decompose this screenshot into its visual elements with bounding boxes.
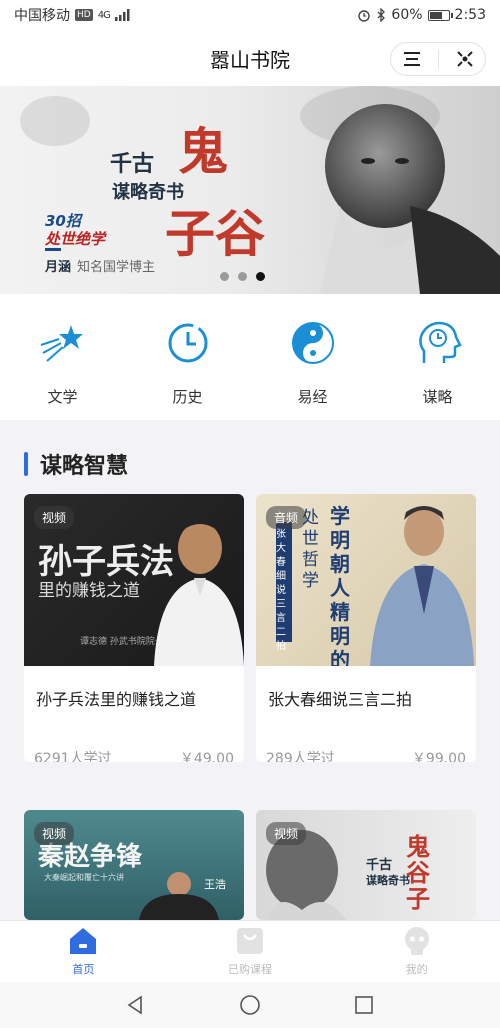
course-thumbnail: 千古 谋略奇书 鬼谷子 视频 <box>256 810 476 920</box>
course-thumbnail: 孙子兵法 里的赚钱之道 谭志德 孙武书院院长 视频 <box>24 494 244 666</box>
status-bar: 中国移动 HD 4G 60% 2:53 <box>0 0 500 30</box>
banner-big-char: 鬼 <box>178 122 228 181</box>
thumb-author: 谭志德 孙武书院院长 <box>80 637 164 647</box>
course-title: 张大春细说三言二拍 <box>268 690 413 709</box>
course-thumbnail: 秦赵争锋 大秦崛起和覆亡十六讲 王浩 视频 <box>24 810 244 920</box>
category-nav: 文学 历史 易经 谋略 <box>0 294 500 420</box>
page-title: 嚣山书院 <box>210 47 290 72</box>
carousel-dot[interactable] <box>220 272 229 281</box>
course-price: ￥49.00 <box>179 751 234 762</box>
miniprogram-capsule <box>390 42 486 76</box>
carrier-label: 中国移动 <box>14 8 70 24</box>
section-title: 谋略智慧 <box>40 454 129 479</box>
title-bar: 嚣山书院 <box>0 30 500 86</box>
home-icon <box>70 928 97 954</box>
head-clock-icon <box>418 321 462 363</box>
media-type-badge: 音频 <box>266 506 307 529</box>
banner-line1: 千古 <box>110 152 155 177</box>
thumb-author: 张大春细说三言二拍 <box>276 529 286 652</box>
course-title: 孙子兵法里的赚钱之道 <box>36 690 197 709</box>
course-price: ￥99.00 <box>411 751 466 762</box>
network-label: 4G <box>97 9 111 21</box>
tab-label: 已购课程 <box>227 963 272 976</box>
back-icon[interactable] <box>126 995 146 1015</box>
clock-time: 2:53 <box>454 7 486 23</box>
system-nav-bar <box>0 982 500 1028</box>
shooting-star-icon <box>40 325 83 362</box>
tab-profile[interactable]: 我的 <box>357 926 477 977</box>
recents-icon[interactable] <box>354 995 374 1015</box>
category-history[interactable]: 历史 <box>138 318 238 420</box>
course-card[interactable]: 张大春细说三言二拍 学明朝人精明的 处世哲学 音频 张大春细说三言二拍 289人… <box>256 494 476 762</box>
section-header: 谋略智慧 <box>24 448 128 480</box>
thumb-title: 学明朝人精明的 <box>330 504 350 666</box>
banner-portrait-image <box>320 104 500 294</box>
tab-home[interactable]: 首页 <box>23 926 143 977</box>
battery-icon <box>427 9 453 21</box>
course-person-image <box>139 872 219 920</box>
category-literature[interactable]: 文学 <box>13 318 113 420</box>
course-card[interactable]: 孙子兵法 里的赚钱之道 谭志德 孙武书院院长 视频 孙子兵法里的赚钱之道 629… <box>24 494 244 762</box>
course-thumbnail: 张大春细说三言二拍 学明朝人精明的 处世哲学 音频 <box>256 494 476 666</box>
category-yijing[interactable]: 易经 <box>263 318 363 420</box>
category-strategy[interactable]: 谋略 <box>388 318 488 420</box>
learner-count: 6291人学过 <box>34 751 112 762</box>
close-target-icon <box>456 51 473 67</box>
category-label: 谋略 <box>422 388 453 406</box>
thumb-subtitle: 里的赚钱之道 <box>38 581 140 601</box>
category-label: 历史 <box>172 388 203 406</box>
media-type-badge: 视频 <box>266 822 307 845</box>
shopping-bag-icon <box>236 928 263 954</box>
thumb-title: 千古 <box>366 858 393 873</box>
battery-percent: 60% <box>391 7 423 23</box>
profile-icon <box>404 927 429 955</box>
yin-yang-icon <box>291 322 334 364</box>
menu-button[interactable] <box>397 44 427 74</box>
tab-purchased[interactable]: 已购课程 <box>190 926 310 977</box>
course-card[interactable]: 秦赵争锋 大秦崛起和覆亡十六讲 王浩 视频 <box>24 810 244 920</box>
carousel-dot-active[interactable] <box>256 272 265 281</box>
clock-icon <box>168 323 207 363</box>
media-type-badge: 视频 <box>34 822 75 845</box>
carousel-dots <box>220 272 265 281</box>
thumb-subtitle: 谋略奇书 <box>366 874 410 887</box>
home-circle-icon[interactable] <box>239 994 261 1016</box>
carousel-dot[interactable] <box>238 272 247 281</box>
banner-tagline2: 处世绝学 <box>45 230 106 248</box>
course-person-image <box>154 519 244 666</box>
menu-icon <box>403 52 420 66</box>
course-person-image <box>370 506 474 666</box>
promo-banner[interactable]: 千古 谋略奇书 鬼 子谷 30招 处世绝学 月涵 知名国学博主 <box>0 86 500 294</box>
section-accent-bar <box>24 452 28 476</box>
thumb-author: 鬼谷子 <box>406 832 430 913</box>
category-label: 文学 <box>47 388 78 406</box>
signal-icon <box>114 9 130 21</box>
tab-label: 我的 <box>405 963 428 976</box>
alarm-icon <box>358 10 371 22</box>
bottom-tab-bar: 首页 已购课程 我的 <box>0 920 500 982</box>
category-label: 易经 <box>297 388 328 406</box>
banner-big-chars: 子谷 <box>165 204 265 263</box>
close-button[interactable] <box>450 44 480 74</box>
banner-author: 月涵 知名国学博主 <box>45 260 156 275</box>
bluetooth-icon <box>377 8 386 22</box>
hd-badge: HD <box>75 9 93 21</box>
thumb-subtitle: 大秦崛起和覆亡十六讲 <box>44 873 124 882</box>
course-card[interactable]: 千古 谋略奇书 鬼谷子 视频 <box>256 810 476 920</box>
media-type-badge: 视频 <box>34 506 75 529</box>
tab-label: 首页 <box>72 963 95 976</box>
learner-count: 289人学过 <box>266 751 335 762</box>
